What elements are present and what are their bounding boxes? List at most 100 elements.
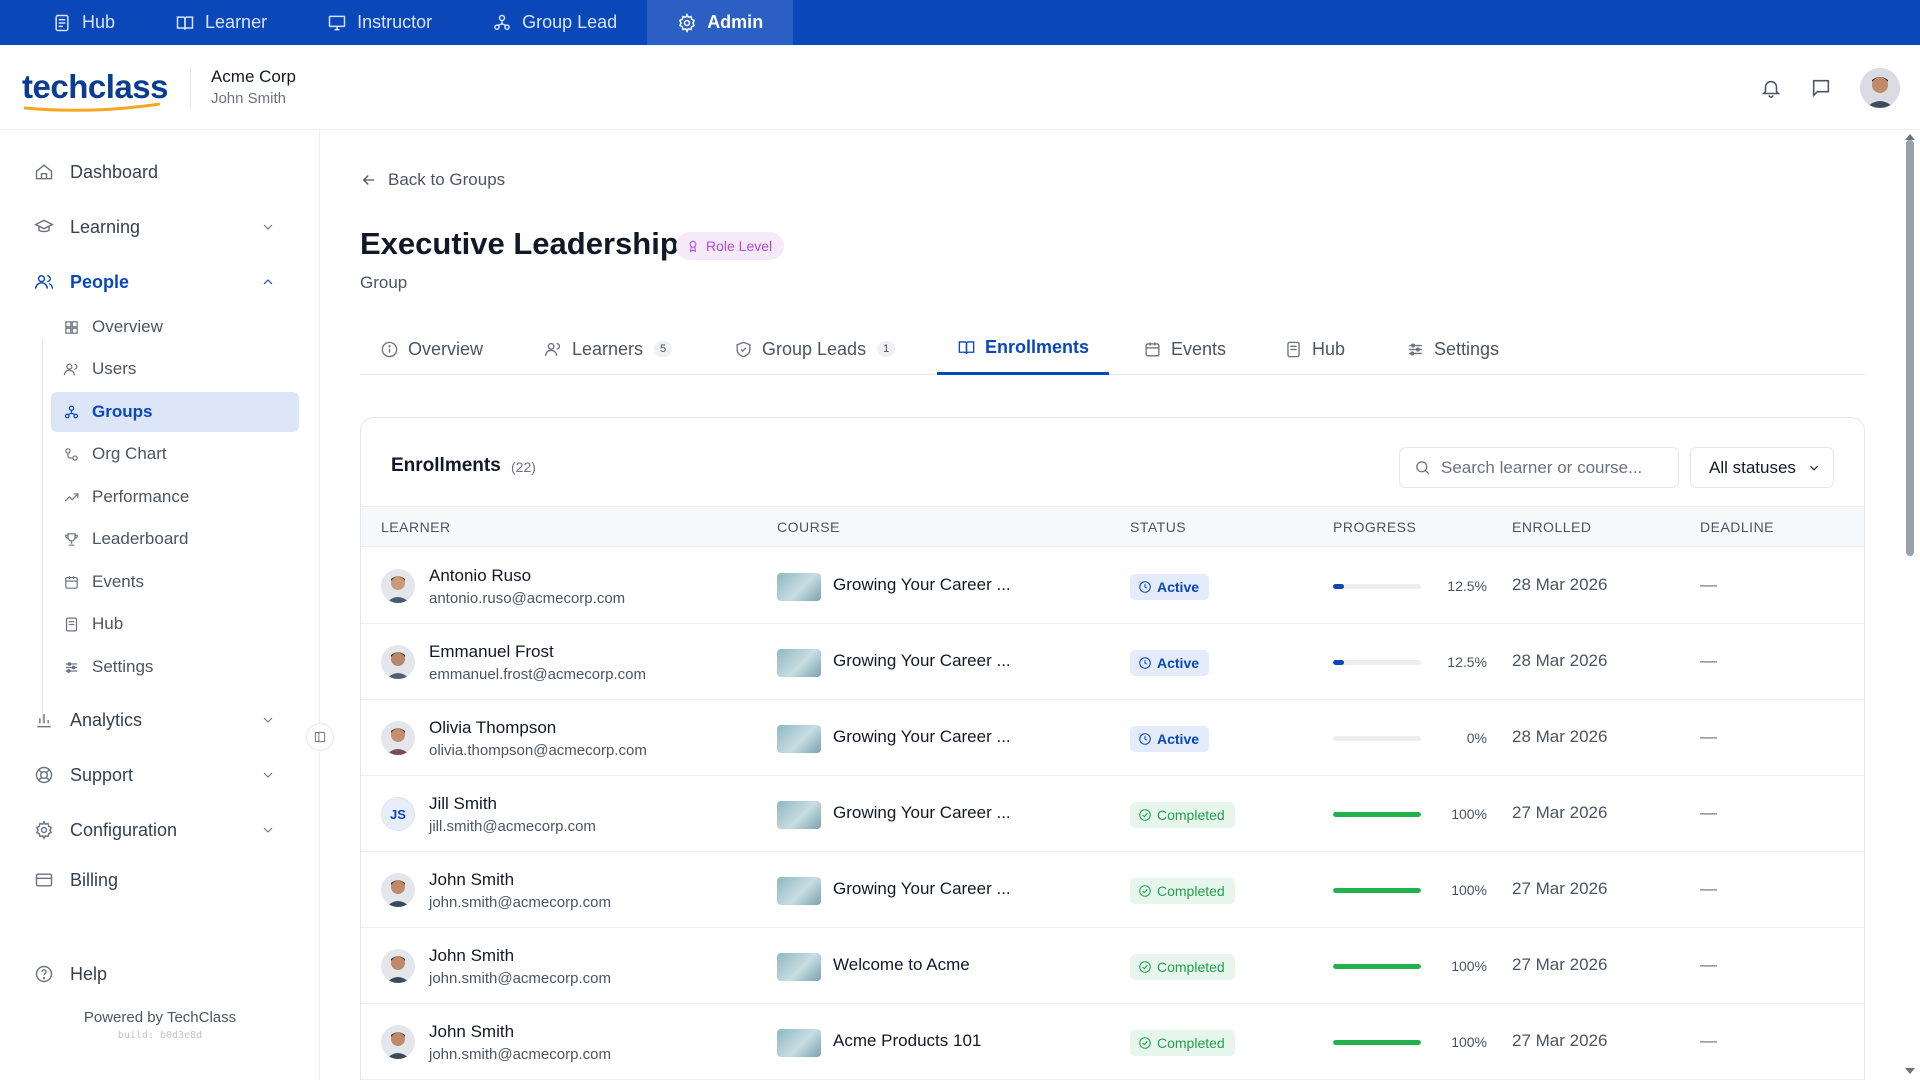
column-header-enrolled[interactable]: ENROLLED xyxy=(1512,519,1591,535)
status-filter-select[interactable]: All statuses xyxy=(1690,447,1834,488)
sidebar-subitem-overview[interactable]: Overview xyxy=(51,307,299,347)
sidebar-subitem-org-chart[interactable]: Org Chart xyxy=(51,434,299,474)
course-title[interactable]: Growing Your Career ... xyxy=(833,575,1011,595)
back-to-groups-link[interactable]: Back to Groups xyxy=(360,170,505,190)
sidebar-subitem-leaderboard[interactable]: Leaderboard xyxy=(51,519,299,559)
learner-email: antonio.ruso@acmecorp.com xyxy=(429,590,626,607)
learner-name[interactable]: Antonio Ruso xyxy=(429,566,531,586)
progress-bar-fill xyxy=(1333,660,1344,665)
table-row[interactable]: Olivia Thompson olivia.thompson@acmecorp… xyxy=(361,700,1864,776)
tab-hub[interactable]: Hub xyxy=(1284,323,1345,375)
table-row[interactable]: John Smith john.smith@acmecorp.com Acme … xyxy=(361,1004,1864,1080)
course-title[interactable]: Growing Your Career ... xyxy=(833,803,1011,823)
scrollbar-thumb[interactable] xyxy=(1906,140,1914,556)
tab-events[interactable]: Events xyxy=(1143,323,1226,375)
sidebar-item-help[interactable]: Help xyxy=(34,954,284,994)
role-tab-admin[interactable]: Admin xyxy=(647,0,794,45)
scroll-down-arrow[interactable] xyxy=(1905,1068,1915,1074)
sidebar-item-support[interactable]: Support xyxy=(34,755,284,795)
learner-name[interactable]: John Smith xyxy=(429,1022,514,1042)
sidebar-item-billing[interactable]: Billing xyxy=(34,860,284,900)
table-row[interactable]: John Smith john.smith@acmecorp.com Growi… xyxy=(361,852,1864,928)
course-title[interactable]: Welcome to Acme xyxy=(833,955,970,975)
home-icon xyxy=(35,164,53,180)
table-row[interactable]: JS Jill Smith jill.smith@acmecorp.com Gr… xyxy=(361,776,1864,852)
sidebar-subitem-performance[interactable]: Performance xyxy=(51,477,299,517)
learner-email: john.smith@acmecorp.com xyxy=(429,970,611,987)
learner-name[interactable]: Olivia Thompson xyxy=(429,718,556,738)
status-label: Completed xyxy=(1157,1035,1225,1051)
search-input[interactable]: Search learner or course... xyxy=(1399,447,1679,488)
check-circle-icon xyxy=(1139,961,1151,973)
course-thumbnail xyxy=(777,953,821,981)
table-row[interactable]: Emmanuel Frost emmanuel.frost@acmecorp.c… xyxy=(361,624,1864,700)
progress-percent: 0% xyxy=(1466,730,1487,746)
enrolled-date: 28 Mar 2026 xyxy=(1512,727,1608,746)
column-header-learner[interactable]: LEARNER xyxy=(381,519,451,535)
sidebar-subitem-events[interactable]: Events xyxy=(51,562,299,602)
column-header-status[interactable]: STATUS xyxy=(1130,519,1186,535)
sidebar-item-learning[interactable]: Learning xyxy=(34,207,284,247)
role-tab-group-lead[interactable]: Group Lead xyxy=(462,0,647,45)
column-header-course[interactable]: COURSE xyxy=(777,519,840,535)
avatar-portrait-icon xyxy=(381,949,415,983)
credit-card-icon xyxy=(35,873,53,887)
enrolled-date: 27 Mar 2026 xyxy=(1512,955,1608,974)
status-label: Active xyxy=(1157,731,1200,747)
progress-bar-fill xyxy=(1333,888,1421,893)
sidebar-item-configuration[interactable]: Configuration xyxy=(34,810,284,850)
tab-group-leads[interactable]: Group Leads 1 xyxy=(734,323,896,375)
back-label: Back to Groups xyxy=(388,170,506,189)
table-row[interactable]: John Smith john.smith@acmecorp.com Welco… xyxy=(361,928,1864,1004)
learner-name[interactable]: John Smith xyxy=(429,870,514,890)
chevron-down-icon xyxy=(263,772,273,778)
status-badge: Completed xyxy=(1130,802,1235,828)
sidebar-item-label: Dashboard xyxy=(70,161,159,182)
status-filter-value: All statuses xyxy=(1709,457,1796,477)
tab-settings[interactable]: Settings xyxy=(1406,323,1499,375)
bell-icon[interactable] xyxy=(1760,77,1782,99)
sidebar-item-people[interactable]: People xyxy=(34,262,284,302)
tab-enrollments[interactable]: Enrollments xyxy=(937,323,1110,375)
sidebar-subitem-users[interactable]: Users xyxy=(51,349,299,389)
course-title[interactable]: Growing Your Career ... xyxy=(833,727,1011,747)
learner-avatar: JS xyxy=(381,797,415,831)
column-header-progress[interactable]: PROGRESS xyxy=(1333,519,1416,535)
tab-learners[interactable]: Learners 5 xyxy=(544,323,673,375)
sidebar-item-dashboard[interactable]: Dashboard xyxy=(34,152,284,192)
sidebar-subitem-hub[interactable]: Hub xyxy=(51,604,299,644)
tab-label: Group Leads xyxy=(762,338,867,359)
org-switcher[interactable]: Acme Corp John Smith xyxy=(189,66,296,108)
table-row[interactable]: Antonio Ruso antonio.ruso@acmecorp.com G… xyxy=(361,548,1864,624)
course-title[interactable]: Growing Your Career ... xyxy=(833,879,1011,899)
sidebar-collapse-button[interactable] xyxy=(306,723,334,751)
course-title[interactable]: Acme Products 101 xyxy=(833,1031,981,1051)
learner-name[interactable]: Emmanuel Frost xyxy=(429,642,554,662)
sidebar-subitem-settings[interactable]: Settings xyxy=(51,647,299,687)
tab-label: Overview xyxy=(408,338,484,359)
book-open-icon xyxy=(958,341,975,354)
user-avatar[interactable] xyxy=(1860,67,1900,108)
tab-overview[interactable]: Overview xyxy=(380,323,483,375)
learner-name[interactable]: Jill Smith xyxy=(429,794,497,814)
role-tab-hub[interactable]: Hub xyxy=(22,0,145,45)
chat-icon[interactable] xyxy=(1810,77,1832,99)
learner-name[interactable]: John Smith xyxy=(429,946,514,966)
tab-label: Events xyxy=(1171,338,1227,359)
trend-up-icon xyxy=(64,492,79,501)
sidebar-item-analytics[interactable]: Analytics xyxy=(34,700,284,740)
enrollments-card: Enrollments (22) Search learner or cours… xyxy=(360,417,1865,1080)
sidebar-item-label: Billing xyxy=(70,869,119,890)
course-title[interactable]: Growing Your Career ... xyxy=(833,651,1011,671)
progress-bar xyxy=(1333,660,1421,665)
status-badge: Completed xyxy=(1130,954,1235,980)
sidebar-subitem-label: Settings xyxy=(92,657,154,676)
column-header-deadline[interactable]: DEADLINE xyxy=(1700,519,1774,535)
submenu-guide-line xyxy=(42,339,43,723)
techclass-logo[interactable]: techclass xyxy=(22,68,168,112)
sidebar-subitem-groups[interactable]: Groups xyxy=(51,392,299,432)
graduation-cap-icon xyxy=(34,219,54,233)
role-tab-learner[interactable]: Learner xyxy=(145,0,297,45)
role-tab-instructor[interactable]: Instructor xyxy=(297,0,462,45)
role-tab-label: Admin xyxy=(707,12,764,32)
